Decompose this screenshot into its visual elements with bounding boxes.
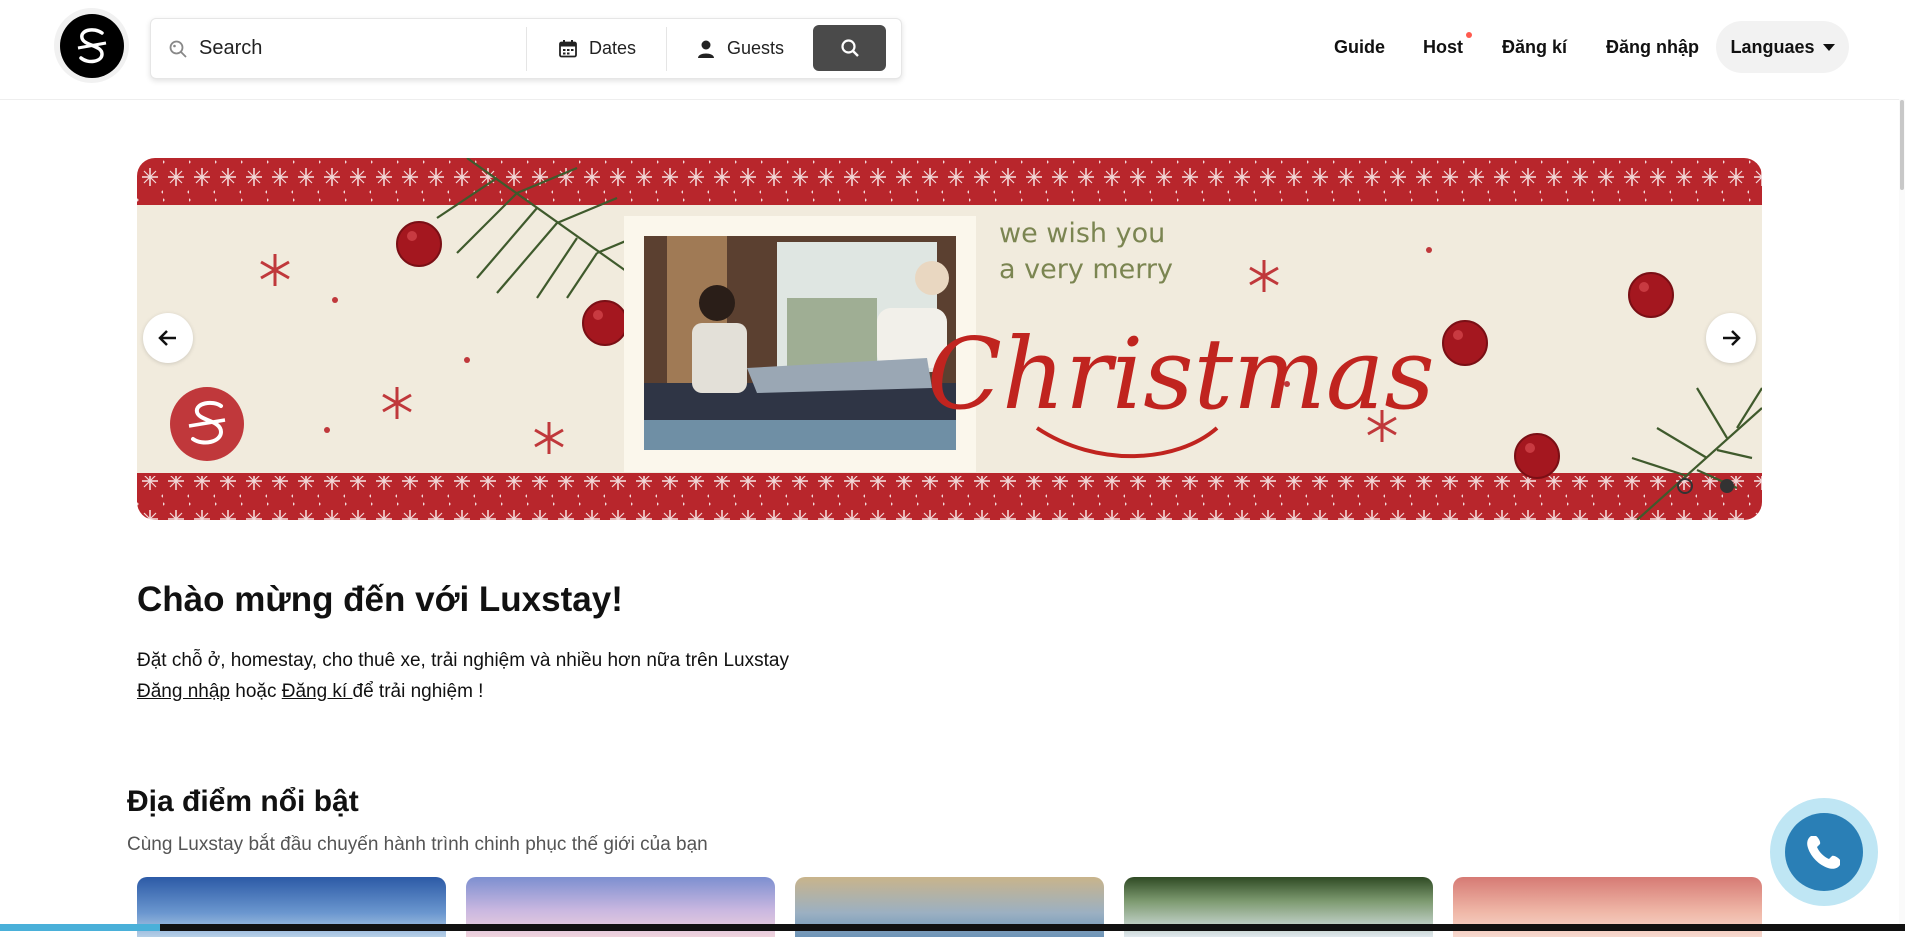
banner-line-1: we wish you	[999, 218, 1165, 249]
search-field[interactable]: Search	[151, 19, 526, 78]
call-button[interactable]	[1770, 798, 1878, 906]
logo-s-icon	[77, 27, 106, 63]
or-text: hoặc	[229, 681, 282, 702]
languages-label: Languaes	[1730, 36, 1815, 57]
user-icon	[695, 38, 717, 60]
hero-banner[interactable]: we wish you a very merry Christmas	[137, 158, 1762, 520]
dates-picker[interactable]: Dates	[557, 19, 636, 78]
featured-subtitle: Cùng Luxstay bắt đầu chuyến hành trình c…	[127, 834, 708, 855]
nav-login[interactable]: Đăng nhập	[1606, 0, 1699, 95]
dates-label: Dates	[589, 38, 637, 58]
header: Search Dates Guests Guide Host Đăng kí Đ…	[0, 0, 1905, 100]
search-button[interactable]	[813, 25, 886, 71]
cta-tail: để trải nghiệm !	[352, 681, 484, 702]
guests-label: Guests	[727, 38, 785, 58]
scrollbar-thumb[interactable]	[1900, 100, 1904, 190]
christmas-banner-image: we wish you a very merry Christmas	[137, 158, 1762, 520]
search-label: Search	[199, 37, 263, 59]
search-icon	[167, 38, 189, 60]
nav-register[interactable]: Đăng kí	[1502, 0, 1567, 95]
divider	[666, 27, 667, 71]
call-button-inner	[1785, 813, 1863, 891]
page-bottom-bar	[0, 924, 1905, 931]
nav-guide[interactable]: Guide	[1334, 0, 1385, 95]
logo-mark	[59, 13, 124, 78]
arrow-right-icon	[1723, 330, 1741, 346]
banner-next-button[interactable]	[1706, 313, 1756, 363]
nav-host[interactable]: Host	[1423, 0, 1463, 95]
login-link[interactable]: Đăng nhập	[137, 681, 230, 702]
welcome-title: Chào mừng đến với Luxstay!	[137, 580, 623, 619]
welcome-cta: Đăng nhập hoặc Đăng kí để trải nghiệm !	[137, 681, 483, 703]
welcome-description: Đặt chỗ ở, homestay, cho thuê xe, trải n…	[137, 650, 789, 671]
banner-christmas-script: Christmas	[927, 318, 1435, 432]
logo[interactable]	[54, 8, 129, 83]
banner-line-2: a very merry	[999, 254, 1173, 285]
languages-dropdown[interactable]: Languaes	[1716, 21, 1849, 73]
search-bar: Search Dates Guests	[150, 18, 902, 79]
featured-title: Địa điểm nổi bật	[127, 785, 359, 818]
calendar-icon	[557, 38, 579, 60]
scrollbar-track[interactable]	[1899, 99, 1905, 931]
caret-down-icon	[1822, 43, 1835, 51]
search-icon	[840, 39, 859, 57]
banner-prev-button[interactable]	[143, 313, 193, 363]
guests-picker[interactable]: Guests	[695, 19, 784, 78]
host-notification-dot	[1466, 32, 1472, 38]
register-link[interactable]: Đăng kí	[282, 681, 353, 702]
divider	[526, 27, 527, 71]
phone-icon	[1807, 836, 1840, 869]
arrow-left-icon	[158, 330, 176, 346]
